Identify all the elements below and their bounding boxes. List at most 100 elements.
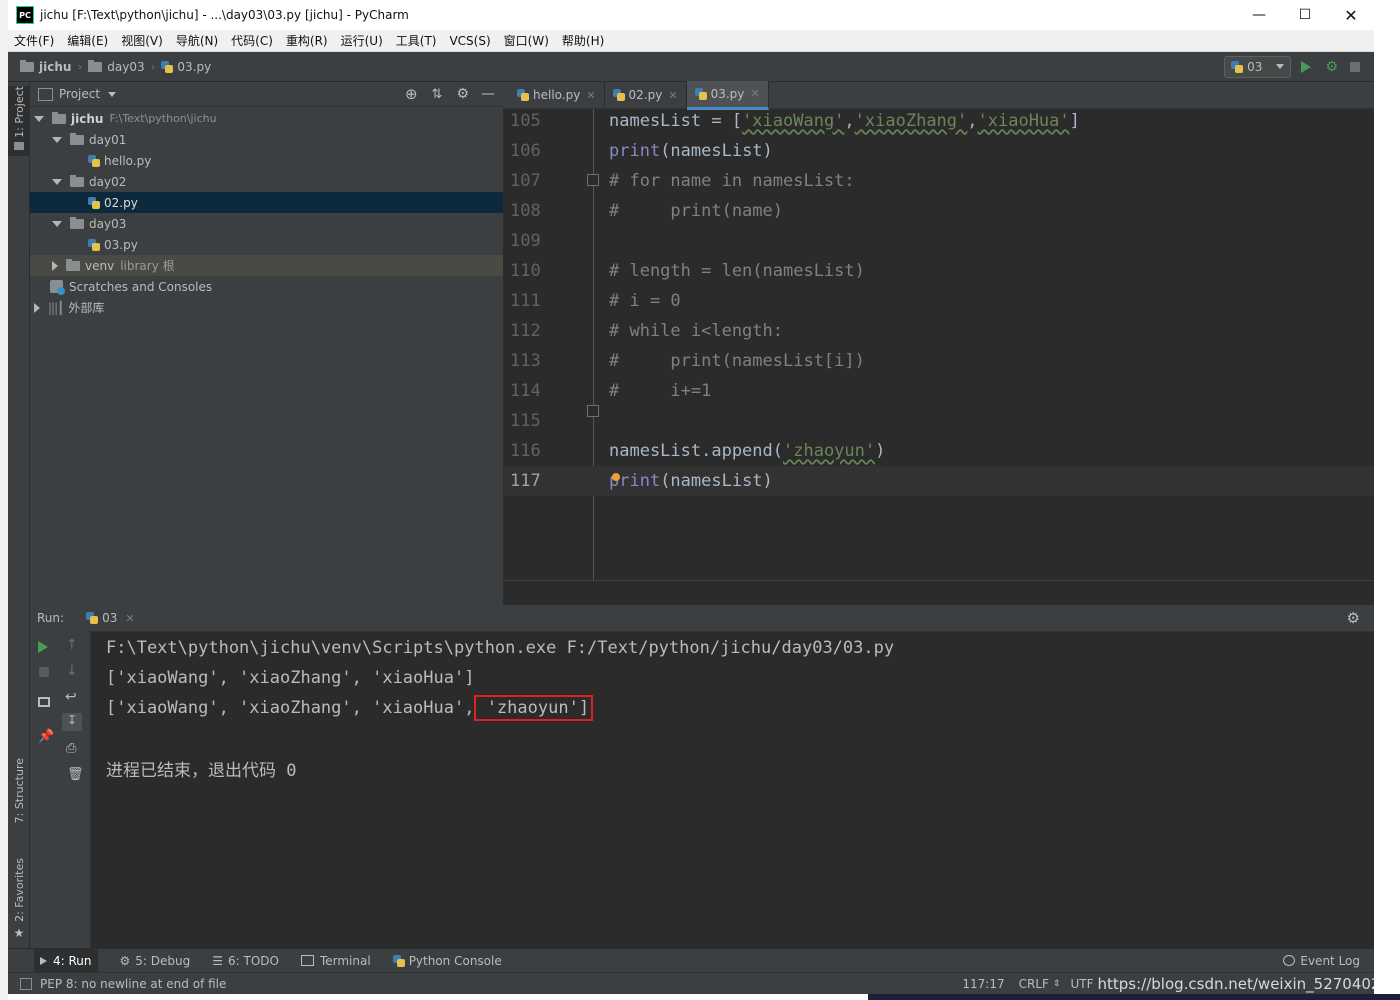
stop-icon[interactable] bbox=[39, 667, 49, 677]
project-tool-tab[interactable]: 1: Project bbox=[8, 86, 30, 156]
run-toolbar: ↑ ↓ ↩ ↧ 📌 ⎙ 🗑 bbox=[30, 631, 91, 948]
menu-item[interactable]: 帮助(H) bbox=[562, 32, 604, 49]
rerun-icon[interactable] bbox=[38, 641, 48, 653]
window-titlebar: PC jichu [F:\Text\python\jichu] - ...\da… bbox=[8, 0, 1374, 30]
close-tab-icon[interactable]: ✕ bbox=[750, 87, 759, 100]
chevron-down-icon[interactable] bbox=[108, 91, 117, 97]
code-token: 'xiaoZhang' bbox=[854, 111, 968, 131]
tree-item-day03[interactable]: day03 bbox=[30, 213, 503, 234]
code-token: print bbox=[609, 141, 661, 161]
menu-item[interactable]: 重构(R) bbox=[286, 32, 328, 49]
debug-icon[interactable]: ⚙ bbox=[1325, 59, 1338, 75]
locate-icon[interactable]: ⊕ bbox=[405, 85, 418, 103]
tree-item-venv[interactable]: venv library 根 bbox=[30, 255, 503, 276]
tree-item-scratches[interactable]: Scratches and Consoles bbox=[30, 276, 503, 297]
menu-item[interactable]: 工具(T) bbox=[396, 32, 437, 49]
menu-item[interactable]: 视图(V) bbox=[121, 32, 163, 49]
tree-item-external-libs[interactable]: |||┃ 外部库 bbox=[30, 297, 503, 318]
up-arrow-icon[interactable]: ↑ bbox=[66, 637, 78, 653]
close-button[interactable]: ✕ bbox=[1328, 6, 1374, 25]
stop-icon[interactable] bbox=[1350, 61, 1360, 72]
down-arrow-icon[interactable]: ↓ bbox=[66, 663, 78, 679]
menu-item[interactable]: 编辑(E) bbox=[67, 32, 108, 49]
code-line: 117 print(namesList) bbox=[503, 466, 1374, 496]
python-file-icon bbox=[88, 196, 100, 209]
menu-item[interactable]: 导航(N) bbox=[176, 32, 218, 49]
toolwindow-todo[interactable]: ☰ 6: TODO bbox=[212, 954, 279, 968]
event-log-button[interactable]: Event Log bbox=[1283, 954, 1360, 968]
toolwindow-run[interactable]: 4: Run bbox=[34, 948, 98, 973]
menu-item[interactable]: 运行(U) bbox=[341, 32, 383, 49]
caret-position[interactable]: 117:17 bbox=[962, 977, 1004, 991]
layout-icon[interactable] bbox=[38, 697, 50, 707]
close-tab-icon[interactable]: ✕ bbox=[125, 612, 134, 625]
status-panel-icon[interactable] bbox=[20, 977, 32, 990]
line-separator[interactable]: CRLF bbox=[1019, 977, 1049, 991]
code-line: 114 # i+=1 bbox=[503, 376, 1374, 406]
tree-item-02-py[interactable]: 02.py bbox=[30, 192, 503, 213]
menu-item[interactable]: VCS(S) bbox=[449, 34, 490, 48]
fold-marker-icon[interactable] bbox=[587, 405, 599, 417]
tab-hello-py[interactable]: hello.py ✕ bbox=[509, 82, 605, 108]
folder-icon bbox=[14, 141, 24, 150]
print-icon[interactable]: ⎙ bbox=[66, 741, 76, 756]
library-icon: |||┃ bbox=[48, 300, 64, 315]
code-editor[interactable]: 105 namesList = ['xiaoWang','xiaoZhang','… bbox=[503, 109, 1374, 581]
code-text: # length = len(namesList) bbox=[609, 261, 865, 281]
tree-item-03-py[interactable]: 03.py bbox=[30, 234, 503, 255]
collapsed-arrow-icon bbox=[52, 260, 58, 271]
run-icon bbox=[40, 956, 47, 965]
run-icon[interactable] bbox=[1301, 60, 1312, 73]
line-number: 107 bbox=[510, 171, 541, 191]
tab-02-py[interactable]: 02.py ✕ bbox=[605, 82, 687, 108]
collapsed-arrow-icon bbox=[34, 302, 40, 313]
soft-wrap-icon[interactable]: ↩ bbox=[65, 689, 77, 705]
file-encoding[interactable]: UTF bbox=[1070, 977, 1093, 991]
breadcrumb-separator-icon: › bbox=[150, 59, 156, 74]
code-text: # i = 0 bbox=[609, 291, 681, 311]
menu-item[interactable]: 窗口(W) bbox=[504, 32, 549, 49]
folder-icon bbox=[88, 59, 103, 72]
minimize-button[interactable]: — bbox=[1236, 7, 1282, 23]
intention-bulb-icon[interactable] bbox=[612, 473, 620, 481]
python-icon bbox=[392, 954, 405, 967]
fold-marker-icon[interactable] bbox=[587, 174, 599, 186]
gear-icon[interactable]: ⚙ bbox=[456, 86, 469, 102]
favorites-tool-tab[interactable]: 2: Favorites ★ bbox=[8, 858, 30, 944]
menu-item[interactable]: 代码(C) bbox=[231, 32, 273, 49]
toolwindow-debug[interactable]: ⚙ 5: Debug bbox=[120, 954, 191, 968]
close-tab-icon[interactable]: ✕ bbox=[668, 89, 677, 102]
tree-item-day01[interactable]: day01 bbox=[30, 129, 503, 150]
tree-item-label: Scratches and Consoles bbox=[69, 279, 213, 294]
maximize-button[interactable]: ☐ bbox=[1282, 7, 1328, 23]
hide-icon[interactable]: — bbox=[481, 86, 495, 102]
folder-icon bbox=[66, 258, 80, 271]
close-tab-icon[interactable]: ✕ bbox=[586, 89, 595, 102]
folder-icon bbox=[70, 216, 84, 229]
toolwindow-python-console[interactable]: Python Console bbox=[392, 954, 502, 968]
tree-item-day02[interactable]: day02 bbox=[30, 171, 503, 192]
run-config-selector[interactable]: 03 bbox=[1224, 55, 1292, 78]
menu-item[interactable]: 文件(F) bbox=[14, 32, 54, 49]
breadcrumb-folder[interactable]: day03 bbox=[107, 60, 144, 74]
project-view-selector[interactable]: Project bbox=[59, 87, 100, 101]
code-line: 110 # length = len(namesList) bbox=[503, 256, 1374, 286]
tree-item-hello-py[interactable]: hello.py bbox=[30, 150, 503, 171]
collapse-all-icon[interactable]: ⇅ bbox=[432, 87, 443, 102]
scroll-to-end-icon[interactable]: ↧ bbox=[62, 713, 82, 731]
favorites-tool-label: 2: Favorites bbox=[12, 858, 26, 922]
console-output[interactable]: F:\Text\python\jichu\venv\Scripts\python… bbox=[106, 633, 1366, 933]
tree-item-root[interactable]: jichu F:\Text\python\jichu bbox=[30, 108, 503, 129]
tree-item-label: hello.py bbox=[104, 153, 152, 168]
editor-tabs: hello.py ✕ 02.py ✕ 03.py ✕ bbox=[503, 80, 1374, 110]
expanded-arrow-icon bbox=[52, 220, 62, 227]
pin-icon[interactable]: 📌 bbox=[38, 729, 54, 744]
breadcrumb-file[interactable]: 03.py bbox=[177, 60, 211, 74]
trash-icon[interactable]: 🗑 bbox=[67, 767, 84, 782]
breadcrumb-project[interactable]: jichu bbox=[39, 60, 71, 74]
python-file-icon bbox=[88, 238, 100, 251]
toolwindow-terminal[interactable]: Terminal bbox=[300, 954, 371, 968]
gear-icon[interactable]: ⚙ bbox=[1347, 609, 1360, 627]
structure-tool-tab[interactable]: 7: Structure bbox=[8, 758, 30, 838]
run-tab-03[interactable]: 03 ✕ bbox=[80, 605, 141, 631]
